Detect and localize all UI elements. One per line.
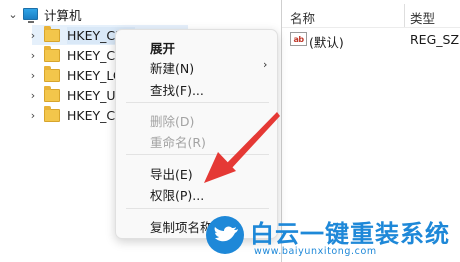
folder-icon: [44, 85, 60, 102]
value-type: REG_SZ: [410, 32, 460, 47]
watermark: 白云一键重装系统 www.baiyunxitong.com: [206, 214, 456, 260]
watermark-title: 白云一键重装系统: [250, 220, 450, 248]
folder-icon: [44, 105, 60, 122]
chevron-right-icon[interactable]: ›: [26, 88, 40, 102]
tree-item-hkey-current-user[interactable]: › HKEY_CU: [26, 45, 128, 65]
header-divider: [282, 27, 460, 28]
chevron-right-icon[interactable]: ›: [26, 48, 40, 62]
menu-item-delete: 删除(D): [150, 114, 195, 129]
context-menu: 展开 新建(N) › 查找(F)... 删除(D) 重命名(R) 导出(E) 权…: [115, 29, 278, 239]
tree-root-label: 计算机: [44, 7, 82, 23]
column-header-type[interactable]: 类型: [410, 8, 435, 26]
bird-logo-icon: [206, 216, 244, 254]
computer-icon: [23, 8, 38, 23]
menu-item-new[interactable]: 新建(N): [150, 58, 194, 76]
tree-item-hkey-current-config[interactable]: › HKEY_CU: [26, 105, 128, 125]
tree-root-computer[interactable]: ⌄ 计算机: [6, 4, 86, 24]
folder-icon: [44, 45, 60, 62]
column-header-name[interactable]: 名称: [290, 8, 315, 26]
menu-item-copy-key-name[interactable]: 复制项名称: [150, 217, 213, 235]
tree-item-hkey-users[interactable]: › HKEY_US: [26, 85, 127, 105]
menu-item-permissions[interactable]: 权限(P)...: [150, 185, 204, 203]
chevron-right-icon: ›: [263, 58, 268, 71]
value-name: (默认): [309, 35, 344, 50]
chevron-right-icon[interactable]: ›: [26, 108, 40, 122]
menu-item-rename: 重命名(R): [150, 135, 206, 150]
column-divider[interactable]: [404, 4, 405, 28]
menu-item-expand[interactable]: 展开: [150, 38, 175, 56]
menu-separator: [126, 102, 269, 103]
menu-separator: [126, 208, 269, 209]
chevron-right-icon[interactable]: ›: [26, 28, 40, 42]
menu-item-find[interactable]: 查找(F)...: [150, 80, 204, 98]
string-value-icon: ab: [290, 32, 307, 46]
chevron-right-icon[interactable]: ›: [26, 68, 40, 82]
bird-icon: [214, 226, 238, 242]
watermark-url: www.baiyunxitong.com: [254, 246, 377, 257]
folder-icon: [44, 65, 60, 82]
chevron-down-icon[interactable]: ⌄: [6, 7, 20, 21]
menu-item-export[interactable]: 导出(E): [150, 164, 193, 182]
folder-icon: [44, 25, 60, 42]
menu-separator: [126, 154, 269, 155]
